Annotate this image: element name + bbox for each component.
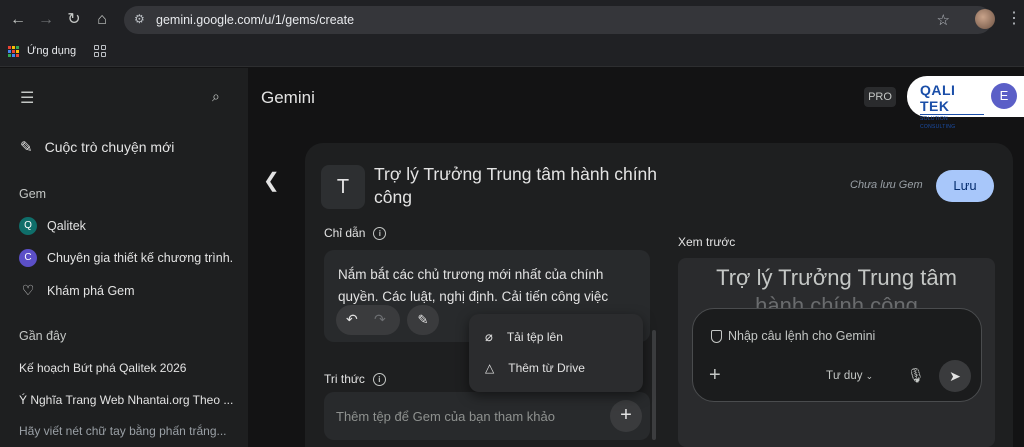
bookmarks-bar: Ứng dụng (8, 42, 107, 60)
logo-main-text: QALI TEK (920, 82, 956, 114)
gem-avatar: T (321, 165, 365, 209)
instructions-heading: Chỉ dẫn i (324, 226, 387, 240)
magic-wand-icon[interactable]: ✎ (407, 305, 439, 335)
new-chat-button[interactable]: ✎ Cuộc trò chuyện mới (20, 138, 174, 156)
undo-icon[interactable]: ↶ (346, 311, 358, 328)
gem-badge: Q (19, 217, 37, 235)
chevron-down-icon: ⌄ (865, 371, 874, 381)
mode-selector[interactable]: Tư duy ⌄ (826, 370, 873, 382)
shield-icon (711, 329, 722, 343)
paperclip-icon: ⌀ (485, 329, 493, 344)
preview-heading: Xem trước (678, 235, 736, 249)
knowledge-label: Tri thức (324, 372, 365, 386)
reload-icon[interactable]: ↻ (62, 8, 86, 32)
add-file-button[interactable]: + (610, 400, 642, 432)
logo-sub-text: SOLUTION CONSULTING (920, 114, 984, 131)
browser-chrome: ← → ↻ ⌂ ⚙ gemini.google.com/u/1/gems/cre… (0, 0, 1024, 67)
recent-section-heading: Gần đây (19, 329, 67, 343)
account-switcher[interactable]: QALI TEK SOLUTION CONSULTING E (907, 76, 1024, 130)
sidebar-item-label: Qalitek (47, 219, 86, 233)
redo-icon[interactable]: ↷ (374, 311, 386, 328)
search-icon[interactable]: ⌕ (212, 88, 220, 105)
recent-chat-item[interactable]: Kế hoạch Bứt phá Qalitek 2026 (19, 361, 234, 375)
menu-item-label: Tải tệp lên (506, 330, 563, 344)
user-avatar[interactable]: E (991, 83, 1017, 109)
unsaved-status: Chưa lưu Gem (850, 179, 923, 191)
back-arrow-icon[interactable]: ← (6, 8, 30, 32)
menu-item-upload-file[interactable]: ⌀ Tải tệp lên (485, 329, 563, 345)
browser-menu-icon[interactable]: ⋮ (1006, 8, 1022, 28)
mode-label: Tư duy (826, 370, 863, 382)
address-bar[interactable]: ⚙ gemini.google.com/u/1/gems/create ☆ (124, 6, 992, 34)
gem-badge: C (19, 249, 37, 267)
recent-chat-item[interactable]: Hãy viết nét chữ tay bằng phấn trắng... (19, 424, 234, 438)
browser-profile-avatar[interactable] (975, 9, 995, 29)
apps-bookmark-label[interactable]: Ứng dụng (27, 45, 76, 57)
sidebar-item-qalitek[interactable]: Q Qalitek (19, 217, 234, 235)
sidebar-item-program-designer[interactable]: C Chuyên gia thiết kế chương trình... (19, 249, 234, 267)
undo-redo-group: ↶ ↷ (336, 305, 400, 335)
info-icon[interactable]: i (373, 226, 387, 240)
edit-icon: ✎ (20, 139, 33, 156)
apps-grid-icon[interactable] (8, 45, 19, 57)
knowledge-heading: Tri thức i (324, 372, 386, 386)
knowledge-placeholder: Thêm tệp để Gem của bạn tham khảo (336, 409, 555, 424)
explore-gems-icon: ♡ (21, 282, 35, 298)
app-title: Gemini (261, 88, 315, 107)
menu-icon[interactable]: ☰ (20, 88, 34, 108)
scrollbar[interactable] (652, 330, 656, 440)
prompt-placeholder-row: Nhập câu lệnh cho Gemini (711, 329, 875, 343)
send-button[interactable]: ➤ (939, 360, 971, 392)
gem-name-title[interactable]: Trợ lý Trưởng Trung tâm hành chính công (374, 163, 674, 209)
sidebar: ☰ ⌕ ✎ Cuộc trò chuyện mới Gem Q Qalitek … (0, 68, 248, 447)
drive-icon: △ (485, 361, 495, 375)
site-settings-icon[interactable]: ⚙ (134, 12, 148, 26)
knowledge-field[interactable]: Thêm tệp để Gem của bạn tham khảo + (324, 392, 650, 440)
url-text[interactable]: gemini.google.com/u/1/gems/create (156, 13, 354, 27)
prompt-placeholder[interactable]: Nhập câu lệnh cho Gemini (728, 329, 875, 343)
upload-menu: ⌀ Tải tệp lên △ Thêm từ Drive (469, 314, 643, 392)
back-chevron-icon[interactable]: ❮ (263, 168, 280, 193)
bookmark-star-icon[interactable]: ☆ (937, 11, 950, 29)
instructions-text[interactable]: Nắm bắt các chủ trương mới nhất của chín… (338, 264, 638, 308)
send-icon: ➤ (949, 368, 961, 384)
new-chat-label: Cuộc trò chuyện mới (44, 139, 175, 155)
forward-arrow-icon[interactable]: → (34, 8, 58, 32)
home-icon[interactable]: ⌂ (90, 8, 114, 32)
prompt-input-box[interactable]: Nhập câu lệnh cho Gemini + Tư duy ⌄ 🎙 ➤ (692, 308, 982, 402)
microphone-icon[interactable]: 🎙 (907, 367, 925, 384)
tab-groups-icon[interactable] (94, 45, 107, 57)
recent-chat-item[interactable]: Ý Nghĩa Trang Web Nhantai.org Theo ... (19, 393, 234, 407)
sidebar-item-explore-gems[interactable]: ♡ Khám phá Gem (19, 282, 234, 299)
qalitek-logo: QALI TEK SOLUTION CONSULTING (920, 82, 984, 130)
save-button[interactable]: Lưu (936, 170, 994, 202)
sidebar-item-label: Chuyên gia thiết kế chương trình... (47, 251, 234, 265)
info-icon[interactable]: i (372, 372, 386, 386)
pro-badge: PRO (864, 87, 896, 107)
sidebar-item-label: Khám phá Gem (47, 283, 135, 298)
menu-item-add-from-drive[interactable]: △ Thêm từ Drive (485, 361, 585, 375)
instructions-label: Chỉ dẫn (324, 226, 366, 240)
gem-section-heading: Gem (19, 187, 47, 201)
preview-title-line1: Trợ lý Trưởng Trung tâm (716, 265, 957, 290)
add-icon[interactable]: + (709, 364, 721, 387)
menu-item-label: Thêm từ Drive (508, 361, 585, 375)
